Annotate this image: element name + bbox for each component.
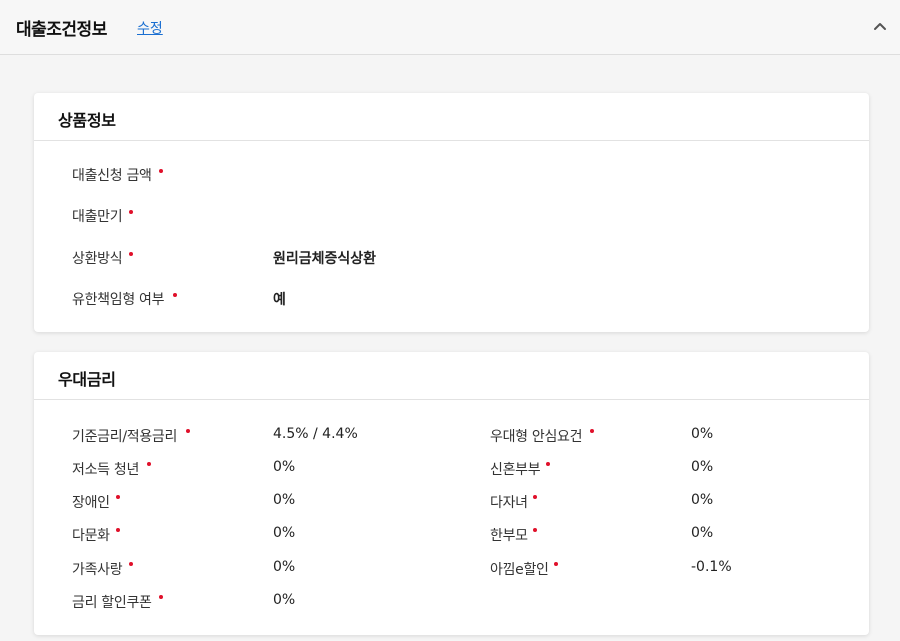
required-dot bbox=[159, 595, 163, 599]
rate-value: 0% bbox=[273, 525, 296, 541]
rate-row-e-discount: 아낌e할인 -0.1% bbox=[454, 559, 869, 579]
field-row-loan-term: 대출만기 bbox=[34, 206, 869, 226]
chevron-up-icon[interactable] bbox=[871, 18, 889, 36]
rate-value: 0% bbox=[691, 459, 714, 475]
rate-row-single-parent: 한부모 0% bbox=[454, 525, 869, 545]
preferential-rate-card: 우대금리 기준금리/적용금리 4.5% / 4.4% 저소득 청년 0% 장애인… bbox=[34, 352, 869, 635]
rate-label: 저소득 청년 bbox=[72, 462, 140, 478]
field-value: 원리금체증식상환 bbox=[273, 251, 377, 267]
field-row-repayment-method: 상환방식 원리금체증식상환 bbox=[34, 248, 869, 268]
rate-value: 4.5% / 4.4% bbox=[273, 426, 358, 442]
required-dot bbox=[129, 562, 133, 566]
rate-row-base-applied: 기준금리/적용금리 4.5% / 4.4% bbox=[34, 426, 454, 446]
rate-row-multi-children: 다자녀 0% bbox=[454, 492, 869, 512]
rate-label: 우대형 안심요건 bbox=[490, 429, 583, 445]
card-title: 상품정보 bbox=[58, 111, 116, 130]
rate-value: 0% bbox=[691, 525, 714, 541]
rate-row-low-income-youth: 저소득 청년 0% bbox=[34, 459, 454, 479]
card-header: 우대금리 bbox=[34, 352, 869, 400]
field-label: 대출만기 bbox=[72, 209, 123, 225]
rate-label: 장애인 bbox=[72, 495, 110, 511]
rate-value: 0% bbox=[273, 459, 296, 475]
rate-value: 0% bbox=[691, 492, 714, 508]
card-header: 상품정보 bbox=[34, 93, 869, 141]
required-dot bbox=[173, 293, 177, 297]
rate-row-family-love: 가족사랑 0% bbox=[34, 559, 454, 579]
required-dot bbox=[159, 169, 163, 173]
field-label: 유한책임형 여부 bbox=[72, 292, 165, 308]
rate-label: 다자녀 bbox=[490, 495, 528, 511]
rate-value: 0% bbox=[273, 492, 296, 508]
rate-label: 가족사랑 bbox=[72, 562, 123, 578]
rate-row-disabled: 장애인 0% bbox=[34, 492, 454, 512]
rate-label: 기준금리/적용금리 bbox=[72, 429, 178, 445]
required-dot bbox=[590, 429, 594, 433]
field-row-loan-amount: 대출신청 금액 bbox=[34, 165, 869, 185]
rate-value: 0% bbox=[273, 559, 296, 575]
required-dot bbox=[554, 562, 558, 566]
required-dot bbox=[546, 462, 550, 466]
card-title: 우대금리 bbox=[58, 370, 116, 389]
rate-row-newlyweds: 신혼부부 0% bbox=[454, 459, 869, 479]
section-header: 대출조건정보 수정 bbox=[0, 0, 900, 55]
rate-row-secure-requirement: 우대형 안심요건 0% bbox=[454, 426, 869, 446]
field-label: 대출신청 금액 bbox=[72, 168, 152, 184]
field-label: 상환방식 bbox=[72, 251, 123, 267]
required-dot bbox=[533, 528, 537, 532]
required-dot bbox=[116, 495, 120, 499]
rate-row-discount-coupon: 금리 할인쿠폰 0% bbox=[34, 592, 454, 612]
rate-label: 아낌e할인 bbox=[490, 562, 549, 578]
required-dot bbox=[116, 528, 120, 532]
required-dot bbox=[533, 495, 537, 499]
rate-value: 0% bbox=[273, 592, 296, 608]
rate-label: 다문화 bbox=[72, 528, 110, 544]
edit-link[interactable]: 수정 bbox=[137, 18, 163, 38]
required-dot bbox=[147, 462, 151, 466]
section-title: 대출조건정보 bbox=[16, 20, 107, 40]
rate-value: 0% bbox=[691, 426, 714, 442]
required-dot bbox=[129, 210, 133, 214]
rate-value: -0.1% bbox=[691, 559, 732, 575]
required-dot bbox=[186, 429, 190, 433]
field-row-limited-liability: 유한책임형 여부 예 bbox=[34, 289, 869, 309]
rate-label: 금리 할인쿠폰 bbox=[72, 595, 152, 611]
required-dot bbox=[129, 252, 133, 256]
product-info-card: 상품정보 대출신청 금액 대출만기 상환방식 원리금체증식상환 유한책임형 여부… bbox=[34, 93, 869, 332]
rate-row-multicultural: 다문화 0% bbox=[34, 525, 454, 545]
field-value: 예 bbox=[273, 292, 286, 308]
rate-label: 한부모 bbox=[490, 528, 528, 544]
rate-label: 신혼부부 bbox=[490, 462, 541, 478]
